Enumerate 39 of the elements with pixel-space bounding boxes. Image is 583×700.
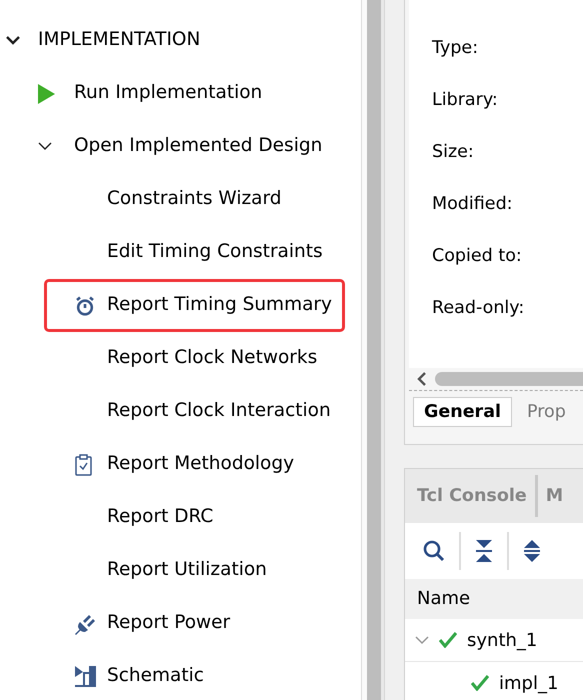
navigator-item[interactable]: Report DRC [44,491,345,544]
navigator-item[interactable]: Schematic [44,650,345,700]
navigator-item[interactable]: IMPLEMENTATION [0,14,361,67]
run-row[interactable]: impl_1 [405,662,583,700]
navigator-item[interactable]: Report Utilization [44,544,345,597]
navigator-item[interactable]: Report Methodology [44,438,345,491]
navigator-item[interactable]: Report Power [44,597,345,650]
property-label: Copied to: [432,245,523,268]
property-label: Read-only: [432,297,526,320]
properties-tab[interactable]: Prop [516,397,577,427]
stopwatch-icon [75,296,95,316]
play-icon [38,84,55,104]
schematic-icon [75,666,96,687]
chevron-down-icon[interactable] [6,36,20,45]
property-label: Type: [432,37,480,60]
splitter-handle[interactable] [362,0,384,700]
run-row[interactable]: synth_1 [405,619,583,662]
chevron-down-icon[interactable] [38,142,52,151]
scroll-left-icon[interactable] [417,372,427,386]
property-label: Size: [432,141,475,164]
clipboard-check-icon [75,454,92,476]
search-icon[interactable] [423,540,445,562]
navigator-item[interactable]: Open Implemented Design [0,120,361,173]
navigator-item[interactable]: Edit Timing Constraints [44,226,345,279]
collapse-all-icon[interactable] [475,540,493,562]
navigator-item[interactable]: Run Implementation [0,67,361,120]
property-label: Modified: [432,193,514,216]
run-name: synth_1 [467,630,538,650]
column-header[interactable]: Name [405,579,583,619]
navigator-item[interactable]: Constraints Wizard [44,173,345,226]
run-name: impl_1 [499,672,558,694]
expand-all-icon[interactable] [523,540,541,562]
properties-tab[interactable]: General [413,397,512,427]
navigator-item[interactable]: Report Timing Summary [44,279,345,332]
plug-icon [75,612,97,634]
navigator-item[interactable]: Report Clock Networks [44,332,345,385]
navigator-item[interactable]: Report Clock Interaction [44,385,345,438]
scrollbar-thumb[interactable] [435,372,583,386]
property-label: Library: [432,89,499,112]
